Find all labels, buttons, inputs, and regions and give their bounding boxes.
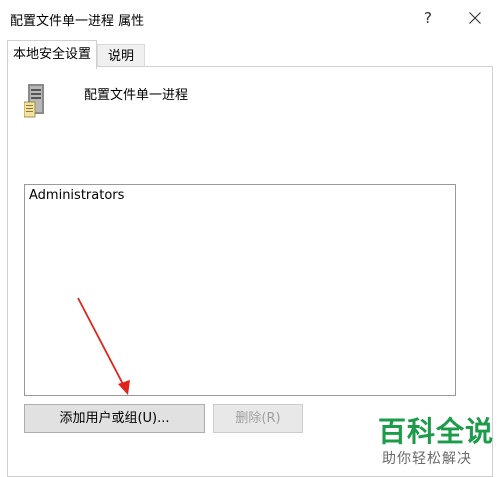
- tab-label: 说明: [107, 49, 134, 64]
- add-button-label: 添加用户或组(U)...: [59, 411, 170, 426]
- watermark-subtitle: 助你轻松解决: [382, 451, 472, 467]
- remove-button[interactable]: 删除(R): [213, 404, 303, 433]
- watermark-title: 百科全说: [378, 415, 495, 448]
- add-user-or-group-button[interactable]: 添加用户或组(U)...: [24, 404, 205, 433]
- help-button[interactable]: ?: [414, 7, 442, 29]
- list-item[interactable]: Administrators: [29, 188, 124, 203]
- help-label: ?: [424, 9, 432, 27]
- close-button[interactable]: [460, 6, 490, 30]
- watermark: 百科全说 助你轻松解决: [340, 408, 500, 477]
- tab-label: 本地安全设置: [12, 47, 91, 62]
- close-icon: [469, 12, 481, 24]
- tab-strip: 本地安全设置 说明: [0, 36, 500, 69]
- policy-name: 配置文件单一进程: [84, 88, 189, 103]
- red-arrow-annotation: [77, 297, 130, 395]
- title-bar: 配置文件单一进程 属性 ?: [0, 0, 500, 36]
- window-title: 配置文件单一进程 属性: [10, 14, 145, 29]
- tab-local-security-setting[interactable]: 本地安全设置: [7, 40, 97, 69]
- remove-button-label: 删除(R): [235, 411, 281, 426]
- server-policy-icon: [24, 84, 44, 118]
